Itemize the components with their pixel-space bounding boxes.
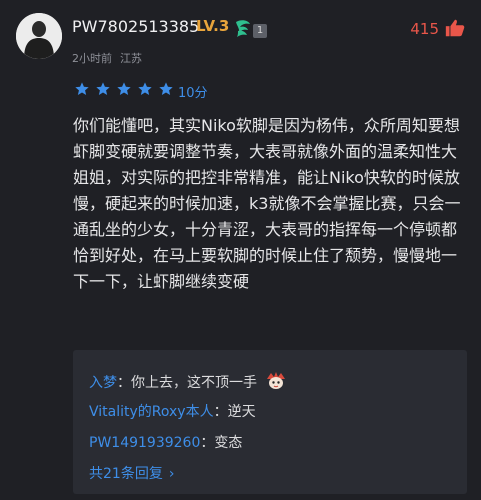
view-more-replies-link[interactable]: 共21条回复 ›: [89, 463, 174, 483]
avatar-silhouette-icon: [16, 13, 62, 59]
like-count: 415: [410, 20, 439, 38]
reply-text: 变态: [214, 435, 243, 451]
reply-item[interactable]: 入梦：你上去，这不顶一手: [89, 371, 287, 392]
star-rating: [74, 81, 174, 97]
more-replies-label: 共21条回复: [89, 466, 163, 482]
rating-score: 10分: [178, 86, 208, 101]
chevron-right-icon: ›: [168, 466, 175, 482]
user-avatar[interactable]: [16, 13, 62, 59]
star-icon: [138, 82, 152, 95]
character-emoji-icon: [267, 372, 286, 389]
star-icon: [117, 82, 131, 95]
user-level-badge: LV.3: [196, 17, 230, 35]
reply-text: 逆天: [227, 404, 256, 420]
comment-body: 你们能懂吧，其实Niko软脚是因为杨伟，众所周知要想虾脚变硬就要调整节奏，大表哥…: [73, 116, 461, 291]
comment-card: PW7802513385 LV.3 1 2小时前 江苏 415 10分 你们能懂吧…: [0, 0, 481, 500]
star-icon: [96, 82, 110, 95]
username[interactable]: PW7802513385: [72, 17, 199, 36]
reply-item[interactable]: PW1491939260：变态: [89, 432, 242, 452]
star-icon: [75, 82, 89, 95]
post-location: 江苏: [120, 52, 142, 65]
reply-separator: ：: [213, 404, 228, 420]
post-time: 2小时前: [72, 52, 112, 65]
post-meta: 2小时前 江苏: [72, 50, 142, 66]
star-icon: [159, 82, 173, 95]
reply-text: 你上去，这不顶一手: [131, 375, 257, 391]
team-logo-icon: [236, 20, 250, 37]
reply-author[interactable]: Vitality的Roxy本人: [89, 404, 214, 420]
reply-panel: 入梦：你上去，这不顶一手 Vitality的Roxy本人：逆天 PW149193…: [73, 350, 467, 494]
thumbs-up-icon[interactable]: [444, 17, 466, 39]
reply-separator: ：: [200, 435, 215, 451]
reply-author[interactable]: PW1491939260: [89, 435, 200, 451]
reply-separator: ：: [117, 375, 131, 391]
badge-count: 1: [253, 24, 267, 38]
reply-author[interactable]: 入梦: [89, 375, 117, 391]
reply-item[interactable]: Vitality的Roxy本人：逆天: [89, 401, 256, 421]
